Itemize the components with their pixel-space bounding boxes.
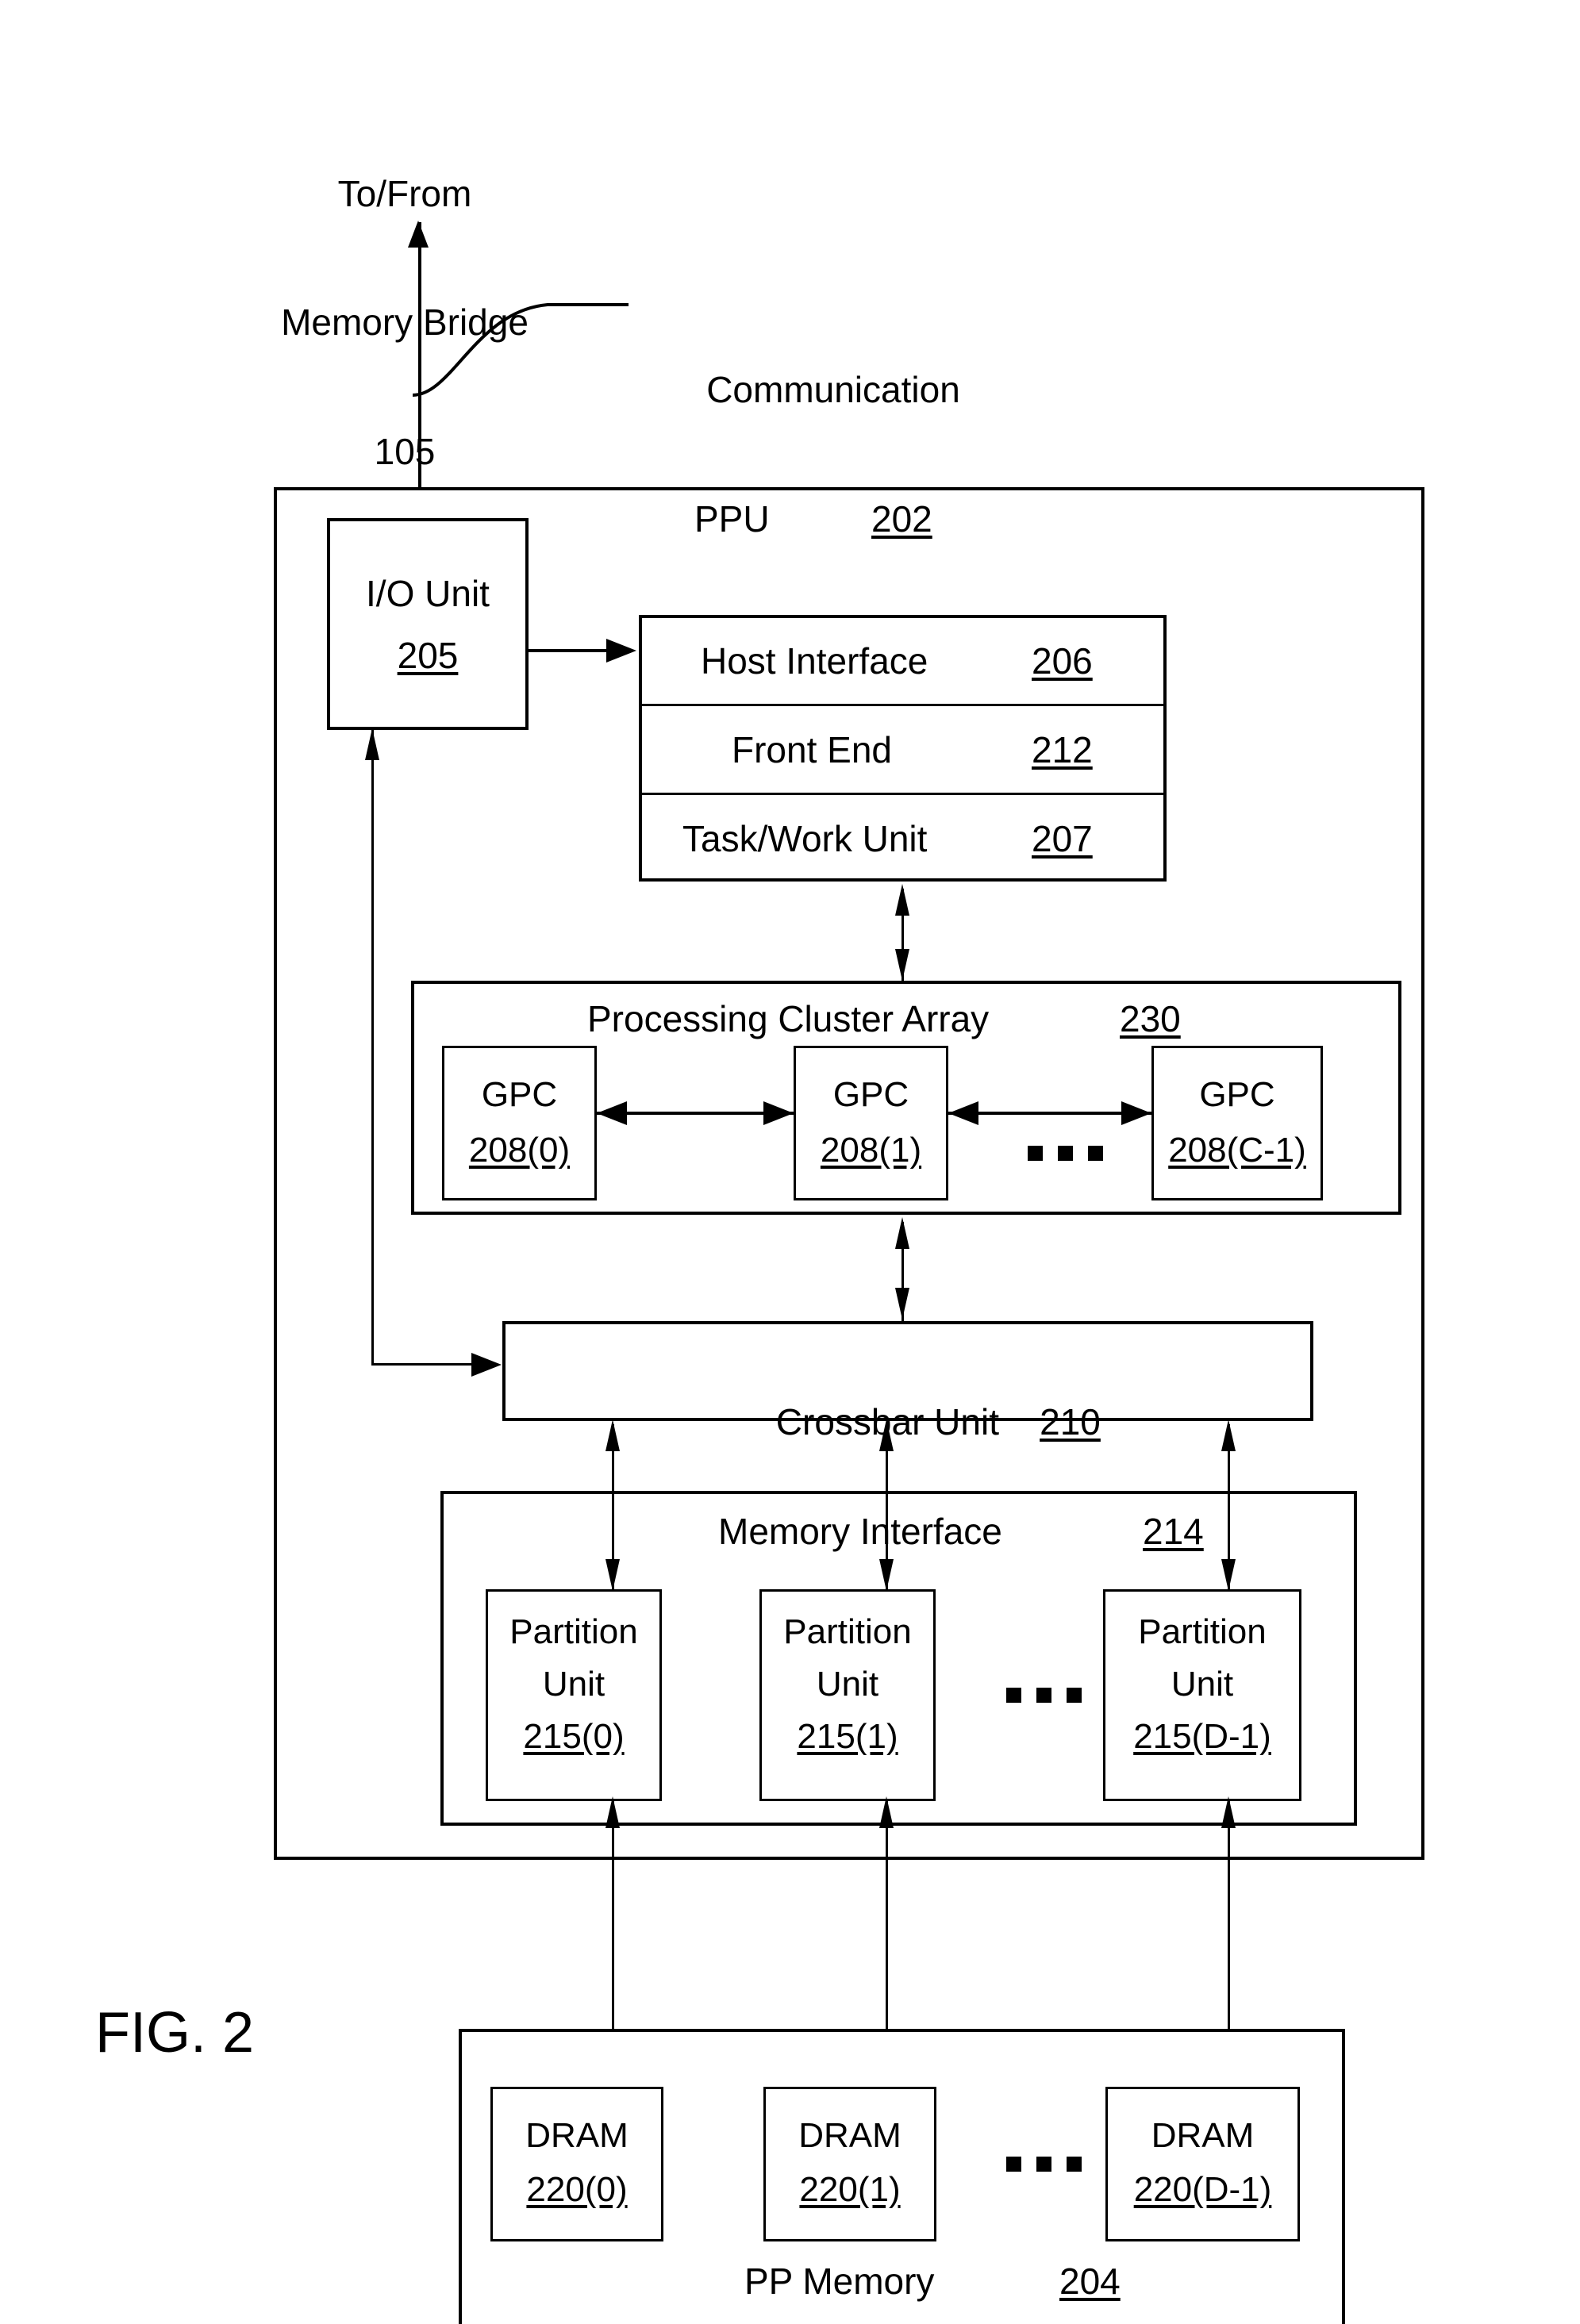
gpc-box-2[interactable]: GPC 208(C-1) [1151,1046,1323,1200]
dram-label-2: DRAM [1151,2116,1255,2155]
memory-bridge-ref: 105 [374,431,436,473]
task-work-unit-label: Task/Work Unit [682,818,928,859]
taskwork-to-pca-arrow-down [895,949,909,981]
dram-ellipsis-dot-3 [1067,2157,1082,2172]
partition-unit-line1-1: Partition [783,1612,912,1651]
partitionN-to-dramN-arrow-up [1221,1796,1236,1828]
dram-ref-0: 220(0) [526,2170,628,2209]
front-end-stack-divider-1 [639,704,1167,706]
gpc-label-1: GPC [832,1075,909,1114]
gpc-ellipsis-dot-1 [1028,1146,1043,1161]
partition-unit-line1-2: Partition [1138,1612,1267,1651]
gpc-ellipsis-dot-2 [1058,1146,1073,1161]
io-unit-ref: 205 [397,635,459,676]
dram-ellipsis [1006,2157,1082,2172]
figure-caption: FIG. 2 [95,2001,255,2065]
partition-unit-box-1[interactable]: Partition Unit 215(1) [759,1589,936,1801]
memory-bridge-link-arrow-up [408,221,429,248]
crossbar-to-partitionN-arrow-up [1221,1419,1236,1451]
host-interface-ref: 206 [1032,640,1093,682]
host-interface-label: Host Interface [701,640,928,682]
communication-path-line1: Communication [706,368,960,410]
partition-unit-ref-0: 215(0) [523,1717,625,1756]
io-to-crossbar-vertical-line [371,730,374,1365]
memory-interface-title: Memory Interface [718,1511,1002,1552]
crossbar-to-partition0-arrow-down [605,1559,620,1591]
dram-label-1: DRAM [798,2116,901,2155]
partition-unit-ref-1: 215(1) [797,1717,898,1756]
gpc-ellipsis-dot-3 [1088,1146,1103,1161]
patent-figure-2: To/From Memory Bridge 105 Communication … [0,0,1580,2324]
io-to-host-interface-arrow [606,639,636,663]
io-to-crossbar-horizontal-line [371,1363,475,1366]
task-work-unit-ref: 207 [1032,818,1093,859]
crossbar-unit-box[interactable]: Crossbar Unit 210 [502,1321,1313,1442]
gpc-ref-2: 208(C-1) [1168,1131,1306,1170]
dram-box-1[interactable]: DRAM 220(1) [763,2087,936,2241]
front-end-label: Front End [732,729,892,770]
gpc-label-2: GPC [1199,1075,1275,1114]
crossbar-unit-ref: 210 [1040,1400,1101,1442]
io-to-crossbar-arrow [471,1353,502,1377]
gpc0-gpc1-arrow-right [763,1101,794,1125]
partition-unit-box-0[interactable]: Partition Unit 215(0) [486,1589,662,1801]
partition-ellipsis-dot-2 [1036,1688,1051,1703]
gpc1-gpcN-arrow-left [948,1101,978,1125]
processing-cluster-array-ref: 230 [1120,998,1181,1039]
io-unit-box[interactable]: I/O Unit 205 [327,518,529,730]
io-unit-label: I/O Unit [366,573,490,614]
memory-interface-ref: 214 [1143,1511,1204,1552]
gpc-box-1[interactable]: GPC 208(1) [794,1046,948,1200]
dram-label-0: DRAM [525,2116,629,2155]
memory-bridge-line1: To/From [337,172,472,214]
taskwork-to-pca-arrow-up [895,884,909,916]
crossbar-to-partition0-arrow-up [605,1419,620,1451]
gpc-ellipsis [1028,1146,1103,1161]
crossbar-to-partition1-arrow-up [879,1419,894,1451]
pca-to-crossbar-arrow-down [895,1288,909,1319]
io-to-host-interface-line [529,649,608,652]
pca-to-crossbar-arrow-up [895,1217,909,1249]
partition0-to-dram0-arrow-up [605,1796,620,1828]
crossbar-to-io-arrow-up [365,728,379,760]
memory-bridge-link-line [418,222,421,520]
dram-ellipsis-dot-2 [1036,2157,1051,2172]
front-end-stack-divider-2 [639,793,1167,795]
gpc-ref-1: 208(1) [820,1131,922,1170]
processing-cluster-array-title: Processing Cluster Array [587,998,990,1039]
partition-ellipsis-dot-1 [1006,1688,1021,1703]
front-end-ref: 212 [1032,729,1093,770]
dram-box-2[interactable]: DRAM 220(D-1) [1105,2087,1300,2241]
gpc-box-0[interactable]: GPC 208(0) [442,1046,597,1200]
crossbar-unit-inner: Crossbar Unit 210 [506,1351,1310,1493]
dram-ref-1: 220(1) [799,2170,901,2209]
crossbar-to-partitionN-arrow-down [1221,1559,1236,1591]
ppu-ref: 202 [871,498,932,540]
partition-unit-line2-1: Unit [816,1665,879,1704]
partition-unit-box-2[interactable]: Partition Unit 215(D-1) [1103,1589,1301,1801]
partition-unit-ellipsis [1006,1688,1082,1703]
gpc0-gpc1-arrow-left [597,1101,627,1125]
pp-memory-title: PP Memory [744,2261,935,2302]
gpc1-gpcN-arrow-right [1121,1101,1151,1125]
dram-box-0[interactable]: DRAM 220(0) [490,2087,663,2241]
partition-unit-line2-0: Unit [542,1665,605,1704]
gpc-label-0: GPC [481,1075,558,1114]
partition-unit-line2-2: Unit [1171,1665,1234,1704]
communication-path-leader-line [412,303,629,397]
gpc-ref-0: 208(0) [468,1131,571,1170]
partition-unit-line1-0: Partition [509,1612,638,1651]
pp-memory-ref: 204 [1059,2261,1121,2302]
crossbar-to-partition1-arrow-down [879,1559,894,1591]
ppu-title: PPU [694,498,770,540]
partition-ellipsis-dot-3 [1067,1688,1082,1703]
partition1-to-dram1-arrow-up [879,1796,894,1828]
partition-unit-ref-2: 215(D-1) [1133,1717,1271,1756]
dram-ellipsis-dot-1 [1006,2157,1021,2172]
dram-ref-2: 220(D-1) [1133,2170,1272,2209]
